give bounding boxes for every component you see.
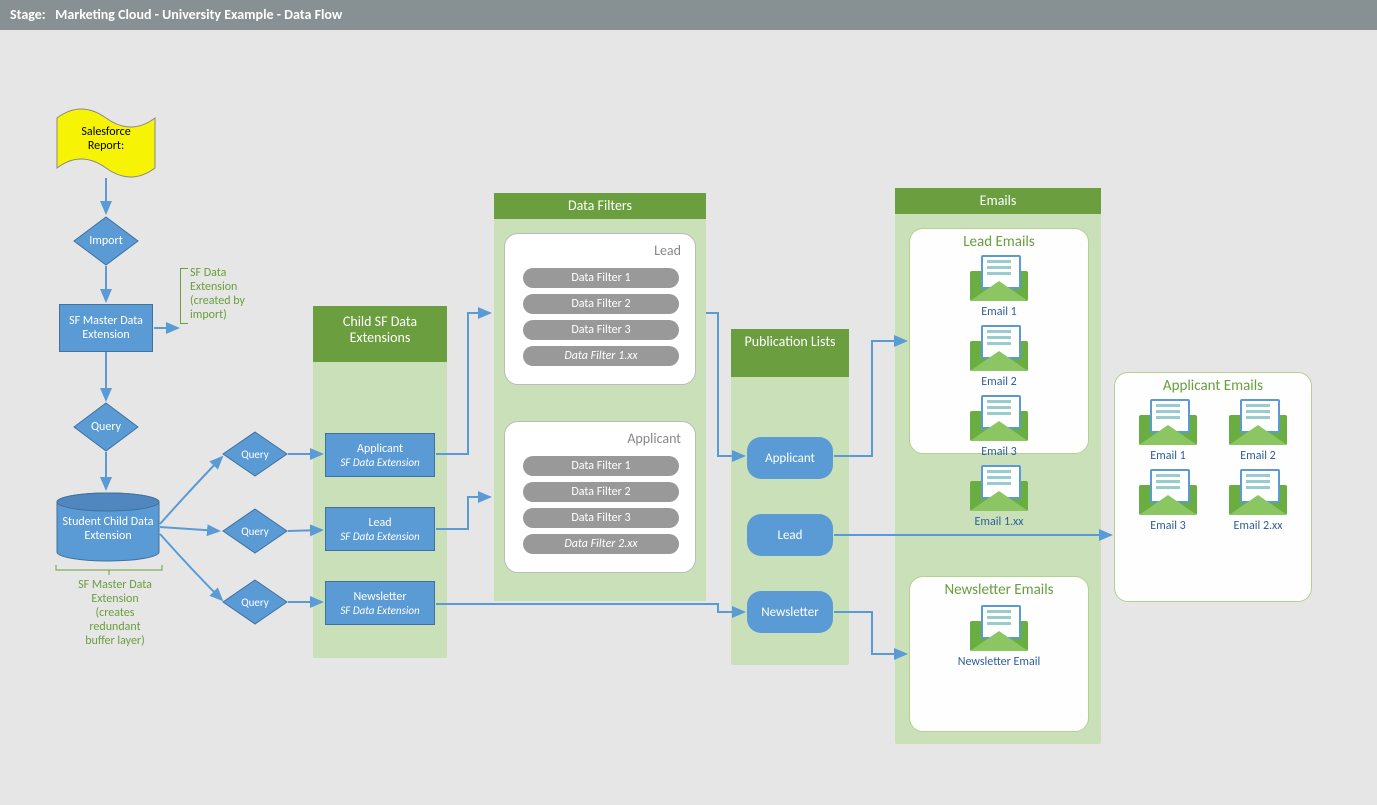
pub-newsletter: Newsletter — [747, 591, 833, 633]
emails-panel-title: Emails — [895, 188, 1101, 214]
master-bracket — [180, 268, 188, 324]
master-note: SF Data Extension (created by import) — [190, 266, 280, 322]
app-email-1: Email 1 — [1127, 399, 1209, 463]
app-email-4: Email 2.xx — [1217, 469, 1299, 533]
lead-emails-card: Lead Emails Email 1 Email 2 Email 3 Emai… — [909, 228, 1089, 454]
filter-group-applicant: Applicant Data Filter 1 Data Filter 2 Da… — [504, 421, 696, 573]
child-item-lead: LeadSF Data Extension — [325, 507, 435, 551]
filter-group-lead: Lead Data Filter 1 Data Filter 2 Data Fi… — [504, 233, 696, 385]
lead-email-3: Email 3 — [958, 395, 1040, 459]
pub-applicant: Applicant — [747, 437, 833, 479]
filter-panel-title: Data Filters — [494, 193, 706, 219]
child-panel: Child SF Data Extensions ApplicantSF Dat… — [313, 306, 447, 658]
lead-email-1: Email 1 — [958, 255, 1040, 319]
newsletter-email-1: Newsletter Email — [939, 605, 1059, 669]
filter-panel: Data Filters Lead Data Filter 1 Data Fil… — [494, 193, 706, 601]
applicant-emails-card: Applicant Emails Email 1 Email 2 Email 3… — [1114, 372, 1312, 602]
child-item-applicant: ApplicantSF Data Extension — [325, 433, 435, 477]
import-label: Import — [73, 216, 139, 266]
stage-header: Stage: Marketing Cloud - University Exam… — [0, 0, 1377, 30]
master-box: SF Master Data Extension — [59, 304, 153, 352]
newsletter-emails-card: Newsletter Emails Newsletter Email — [909, 576, 1089, 732]
lead-email-4: Email 1.xx — [958, 465, 1040, 529]
query-label-1: Query — [73, 402, 139, 452]
cylinder-note: SF Master Data Extension (creates redund… — [60, 578, 170, 648]
lead-email-2: Email 2 — [958, 325, 1040, 389]
child-item-newsletter: NewsletterSF Data Extension — [325, 581, 435, 625]
app-email-2: Email 2 — [1217, 399, 1299, 463]
pub-panel-title: Publication Lists — [731, 329, 849, 377]
cylinder-label: Student Child Data Extension — [55, 504, 161, 554]
child-panel-title: Child SF Data Extensions — [313, 306, 447, 362]
report-label: Salesforce Report: — [62, 124, 150, 154]
app-email-3: Email 3 — [1127, 469, 1209, 533]
pub-panel: Publication Lists Applicant Lead Newslet… — [731, 329, 849, 665]
pub-lead: Lead — [747, 514, 833, 556]
cylinder-bracket — [54, 564, 164, 576]
